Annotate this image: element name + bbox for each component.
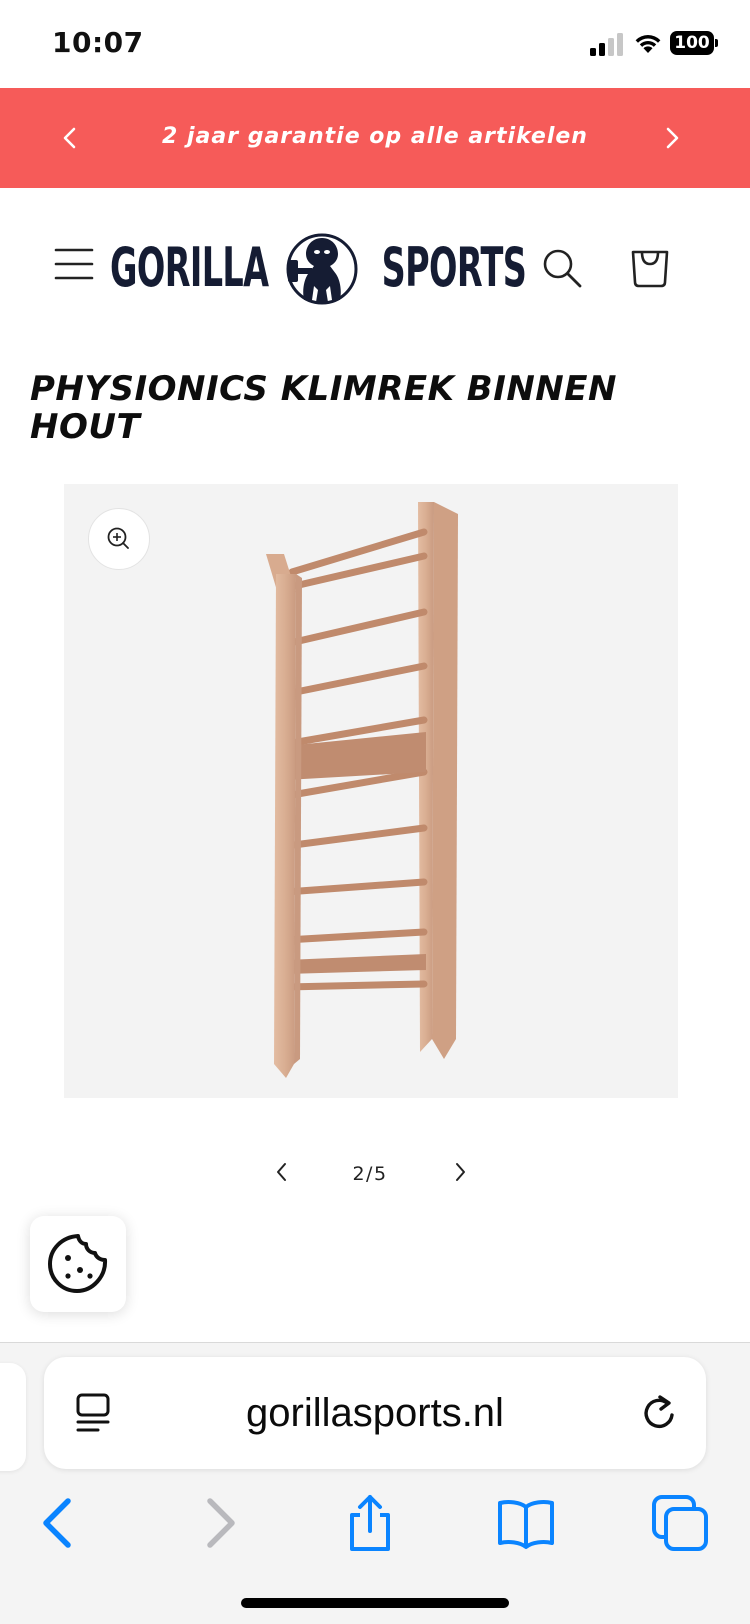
forward-icon[interactable] — [188, 1493, 248, 1553]
reader-mode-icon[interactable] — [74, 1391, 114, 1435]
status-bar: 10:07 100 — [0, 0, 750, 88]
site-logo[interactable]: GORILLA SPORTS — [110, 226, 527, 310]
logo-wordmark-right: SPORTS — [381, 236, 526, 299]
cellular-signal-icon — [590, 33, 623, 56]
zoom-button[interactable] — [88, 508, 150, 570]
tabs-overview-icon[interactable] — [650, 1493, 710, 1553]
battery-icon: 100 — [670, 31, 718, 55]
bookmarks-icon[interactable] — [496, 1493, 556, 1553]
zoom-in-icon — [107, 527, 129, 549]
home-indicator — [241, 1598, 509, 1608]
announcement-text: 2 jaar garantie op alle artikelen — [162, 124, 588, 149]
reload-icon[interactable] — [640, 1393, 680, 1433]
battery-level: 100 — [670, 31, 714, 55]
url-text[interactable]: gorillasports.nl — [134, 1391, 616, 1436]
cookie-settings-button[interactable] — [30, 1216, 126, 1312]
wifi-icon — [635, 35, 661, 53]
cookie-icon — [48, 1234, 108, 1293]
product-title: PHYSIONICS KLIMREK BINNEN HOUT — [30, 369, 617, 447]
search-icon[interactable] — [538, 244, 586, 292]
back-icon[interactable] — [30, 1493, 90, 1553]
logo-wordmark-left: GORILLA — [110, 236, 269, 299]
chevron-right-icon[interactable] — [446, 1158, 474, 1186]
site-header: GORILLA SPORTS — [0, 188, 750, 348]
hamburger-menu-icon[interactable] — [52, 244, 96, 284]
image-pager: 2/5 — [260, 1154, 480, 1190]
address-bar[interactable]: gorillasports.nl — [44, 1357, 706, 1469]
status-time: 10:07 — [52, 26, 144, 59]
previous-tab-preview[interactable] — [0, 1363, 26, 1471]
wall-bars-image — [266, 502, 458, 1078]
share-icon[interactable] — [340, 1493, 400, 1553]
gorilla-logo-icon — [286, 233, 358, 305]
browser-chrome: gorillasports.nl — [0, 1342, 750, 1624]
chevron-right-icon[interactable] — [652, 118, 692, 158]
product-image[interactable] — [64, 484, 678, 1098]
shopping-bag-icon[interactable] — [628, 242, 672, 290]
browser-toolbar — [0, 1483, 750, 1573]
announcement-bar: 2 jaar garantie op alle artikelen — [0, 88, 750, 188]
